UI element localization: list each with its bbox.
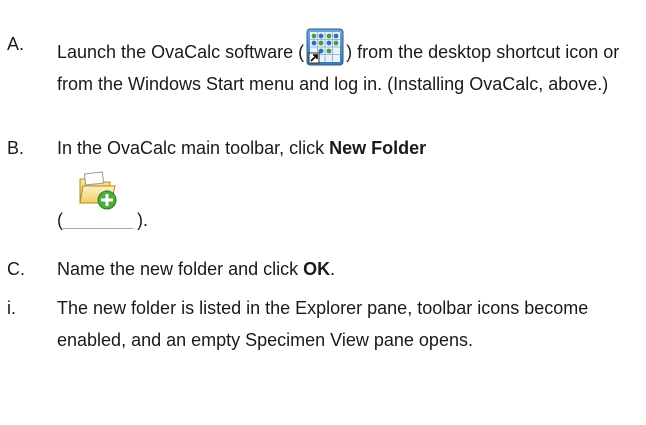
result-marker: i.	[7, 298, 16, 318]
step-text: Launch the OvaCalc software () from the…	[57, 28, 637, 100]
new-folder-icon	[79, 171, 117, 210]
ovacalc-app-icon	[306, 28, 344, 66]
new-folder-button-image	[63, 166, 133, 229]
step-marker: C.	[7, 259, 25, 279]
step-marker: A.	[7, 34, 25, 54]
step-marker: B.	[7, 138, 25, 158]
step-text-part: In the OvaCalc main toolbar, click	[57, 138, 330, 158]
instruction-document: A. Launch the OvaCalc software () from …	[0, 0, 646, 425]
paren-close: ).	[137, 210, 148, 230]
ui-term-bold: New Folder	[329, 138, 427, 158]
result-text: The new folder is listed in the Explorer…	[57, 298, 589, 350]
ui-term-bold: OK	[303, 259, 331, 279]
step-text-part: .	[330, 259, 336, 279]
step-text: In the OvaCalc main toolbar, click New F…	[57, 132, 637, 242]
step-text-part: Launch the OvaCalc software (	[57, 42, 305, 62]
step-text-part: Name the new folder and click	[57, 259, 304, 279]
step-text: Name the new folder and click OK.	[57, 253, 637, 285]
new-folder-icon-row: ().	[57, 164, 637, 242]
